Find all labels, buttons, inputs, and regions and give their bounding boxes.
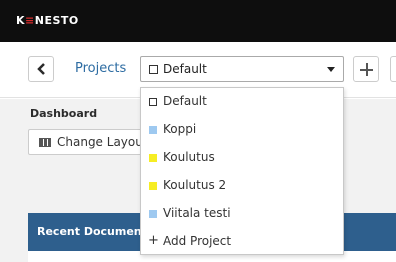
project-color-swatch [149, 65, 158, 74]
dropdown-item-label: Koulutus 2 [163, 178, 227, 192]
caret-down-icon [327, 67, 335, 72]
dropdown-item-label: Koppi [163, 122, 197, 136]
recent-documents-title: Recent Documents [37, 225, 154, 238]
plus-icon: + [148, 233, 159, 248]
project-select[interactable]: Default [140, 56, 344, 82]
back-button[interactable] [28, 56, 54, 82]
chevron-left-icon [37, 63, 45, 75]
color-swatch [149, 126, 157, 134]
dropdown-item-label: Viitala testi [163, 206, 231, 220]
layout-grid-icon [39, 138, 51, 147]
dashboard-title: Dashboard [30, 107, 98, 120]
kenesto-logo[interactable]: K≡NESTO [16, 14, 79, 27]
toolbar-button-partial[interactable] [390, 56, 396, 82]
dropdown-item-label: Default [163, 94, 207, 108]
change-layout-label: Change Layout [57, 135, 146, 149]
dropdown-item-label: Koulutus [163, 150, 215, 164]
color-swatch [149, 182, 157, 190]
project-dropdown-menu: Default Koppi Koulutus Koulutus 2 Viital… [140, 87, 344, 255]
dropdown-item-koulutus[interactable]: Koulutus [141, 146, 343, 170]
dropdown-item-viitala-testi[interactable]: Viitala testi [141, 202, 343, 226]
project-select-value: Default [163, 62, 207, 76]
color-swatch [149, 98, 157, 106]
dropdown-item-koulutus-2[interactable]: Koulutus 2 [141, 174, 343, 198]
color-swatch [149, 210, 157, 218]
add-button[interactable] [353, 56, 379, 82]
add-project-label: Add Project [163, 234, 232, 248]
dropdown-item-default[interactable]: Default [141, 90, 343, 114]
projects-link[interactable]: Projects [75, 61, 126, 76]
add-project-item[interactable]: + Add Project [141, 230, 343, 254]
dropdown-item-koppi[interactable]: Koppi [141, 118, 343, 142]
color-swatch [149, 154, 157, 162]
top-bar: K≡NESTO [0, 0, 396, 42]
change-layout-button[interactable]: Change Layout [28, 129, 146, 155]
